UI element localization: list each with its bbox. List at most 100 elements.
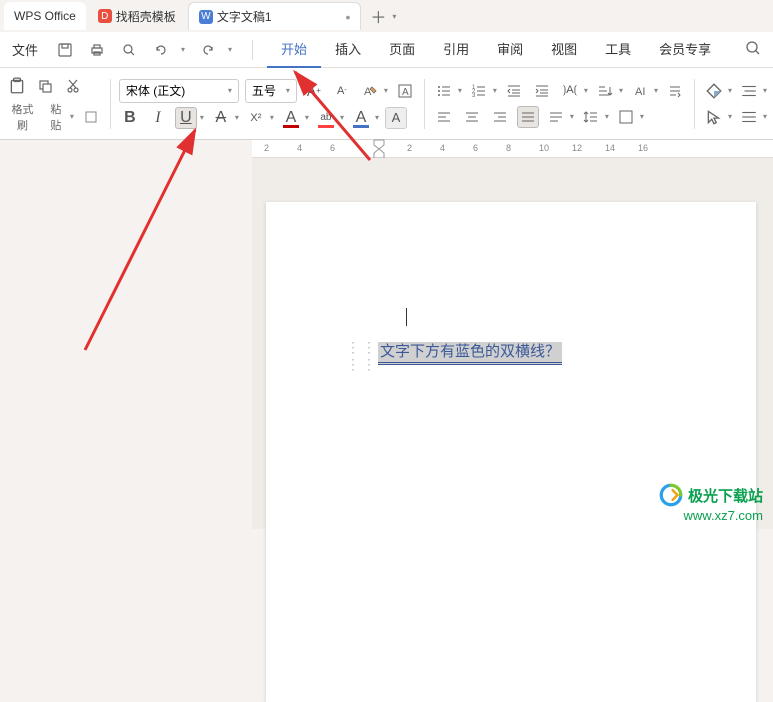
chevron-down-icon[interactable]: ▾ [305, 113, 309, 122]
tab-page[interactable]: 页面 [375, 31, 429, 68]
text-effect-button[interactable]: A [350, 107, 372, 129]
paste-label[interactable]: 粘贴 [45, 101, 67, 133]
italic-button[interactable]: I [147, 107, 169, 129]
increase-font-icon[interactable]: A+ [303, 80, 325, 102]
page-content[interactable]: 文字下方有蓝色的双横线？ [378, 342, 562, 365]
save-icon[interactable] [56, 41, 74, 59]
align-center-icon[interactable] [461, 106, 483, 128]
paragraph-group: ▾ 123▾ ⟯A⟮▾ ▾ AI▾ ▾ ▾ ▾ [433, 80, 686, 128]
chevron-down-icon[interactable]: ▾ [228, 45, 232, 54]
tab-template[interactable]: D 找稻壳模板 [88, 2, 186, 30]
chevron-down-icon[interactable]: ▾ [200, 113, 204, 122]
copy-icon[interactable] [34, 75, 56, 97]
tab-review[interactable]: 审阅 [483, 31, 537, 68]
tab-label: 找稻壳模板 [116, 8, 176, 25]
chevron-down-icon: ▾ [286, 86, 290, 95]
ribbon-tabs: 开始 插入 页面 引用 审阅 视图 工具 会员专享 [267, 31, 725, 68]
separator [110, 79, 111, 129]
undo-icon[interactable] [152, 41, 170, 59]
align-left-icon[interactable] [433, 106, 455, 128]
chevron-down-icon[interactable]: ▾ [654, 86, 658, 95]
underline-button[interactable]: U [175, 107, 197, 129]
border-icon[interactable] [615, 106, 637, 128]
number-list-icon[interactable]: 123 [468, 80, 490, 102]
align-distribute-icon[interactable] [545, 106, 567, 128]
chevron-down-icon[interactable]: ▾ [458, 86, 462, 95]
superscript-button[interactable]: X² [245, 107, 267, 129]
chevron-down-icon[interactable]: ▾ [728, 86, 732, 95]
highlight-button[interactable]: ab [315, 107, 337, 129]
format-painter-label[interactable]: 格式刷 [6, 101, 39, 133]
document-area: ⋮⋮⋮⋮ 文字下方有蓝色的双横线？ [252, 158, 773, 529]
chevron-down-icon[interactable]: ▾ [570, 112, 574, 121]
chevron-down-icon[interactable]: ▾ [181, 45, 185, 54]
print-icon[interactable] [88, 41, 106, 59]
chevron-down-icon[interactable]: ▾ [763, 86, 767, 95]
watermark-name: 极光下载站 [688, 485, 763, 506]
close-icon[interactable]: • [346, 9, 351, 25]
redo-icon[interactable] [199, 41, 217, 59]
clipboard-expand-icon[interactable] [80, 106, 102, 128]
tab-tools[interactable]: 工具 [591, 31, 645, 68]
sort-icon[interactable] [594, 80, 616, 102]
tab-document[interactable]: W 文字文稿1 • [188, 2, 362, 30]
strikethrough-button[interactable]: A [210, 107, 232, 129]
bold-button[interactable]: B [119, 107, 141, 129]
cut-icon[interactable] [62, 75, 84, 97]
font-color-button[interactable]: A [280, 107, 302, 129]
selected-text[interactable]: 文字下方有蓝色的双横线？ [378, 342, 562, 365]
document-page[interactable]: ⋮⋮⋮⋮ 文字下方有蓝色的双横线？ [266, 202, 756, 702]
chevron-down-icon[interactable]: ▾ [235, 113, 239, 122]
paragraph-mark-icon[interactable]: AI [629, 80, 651, 102]
line-spacing-icon[interactable] [580, 106, 602, 128]
tab-member[interactable]: 会员专享 [645, 31, 725, 68]
drag-handle-icon[interactable]: ⋮⋮⋮⋮ [346, 339, 378, 373]
chevron-down-icon[interactable]: ▾ [640, 112, 644, 121]
chevron-down-icon[interactable]: ▾ [340, 113, 344, 122]
increase-indent-icon[interactable] [531, 80, 553, 102]
tab-insert[interactable]: 插入 [321, 31, 375, 68]
chevron-down-icon[interactable]: ▾ [70, 112, 74, 121]
chevron-down-icon[interactable]: ▾ [493, 86, 497, 95]
clear-format-icon[interactable]: A [359, 80, 381, 102]
preview-icon[interactable] [120, 41, 138, 59]
text-cursor [406, 308, 407, 326]
show-marks-icon[interactable] [664, 80, 686, 102]
tab-reference[interactable]: 引用 [429, 31, 483, 68]
char-scale-icon[interactable]: ⟯A⟮ [559, 80, 581, 102]
add-tab-button[interactable]: ＋ ▾ [371, 4, 395, 28]
decrease-indent-icon[interactable] [503, 80, 525, 102]
font-size-select[interactable]: 五号 ▾ [245, 79, 297, 103]
char-border-icon[interactable]: A [394, 80, 416, 102]
paste-icon[interactable] [6, 75, 28, 97]
chevron-down-icon[interactable]: ▾ [375, 113, 379, 122]
chevron-down-icon[interactable]: ▾ [619, 86, 623, 95]
shading-icon[interactable] [703, 80, 725, 102]
horizontal-ruler[interactable]: 2 4 6 2 4 6 8 10 12 14 16 [252, 140, 773, 158]
chevron-down-icon[interactable]: ▾ [763, 112, 767, 121]
font-name-select[interactable]: 宋体 (正文) ▾ [119, 79, 239, 103]
indent-marker-icon[interactable] [372, 138, 386, 160]
svg-text:AI: AI [635, 86, 645, 98]
chevron-down-icon[interactable]: ▾ [384, 86, 388, 95]
app-tab[interactable]: WPS Office [4, 2, 86, 30]
find-replace-icon[interactable] [738, 106, 760, 128]
tab-view[interactable]: 视图 [537, 31, 591, 68]
align-right-icon[interactable] [489, 106, 511, 128]
clipboard-group: 格式刷 粘贴 ▾ [6, 75, 102, 133]
decrease-font-icon[interactable]: A- [331, 80, 353, 102]
chevron-down-icon[interactable]: ▾ [605, 112, 609, 121]
tab-start[interactable]: 开始 [267, 31, 321, 68]
align-justify-icon[interactable] [517, 106, 539, 128]
search-icon[interactable] [745, 40, 765, 60]
chevron-down-icon[interactable]: ▾ [270, 113, 274, 122]
file-menu[interactable]: 文件 [8, 40, 42, 59]
bullet-list-icon[interactable] [433, 80, 455, 102]
chevron-down-icon[interactable]: ▾ [584, 86, 588, 95]
style-group: ▾ ▾ ▾ ▾ [703, 80, 767, 128]
select-icon[interactable] [703, 106, 725, 128]
watermark-logo-icon [658, 482, 684, 508]
chevron-down-icon[interactable]: ▾ [728, 112, 732, 121]
tabs-icon[interactable] [738, 80, 760, 102]
char-shading-button[interactable]: A [385, 107, 407, 129]
